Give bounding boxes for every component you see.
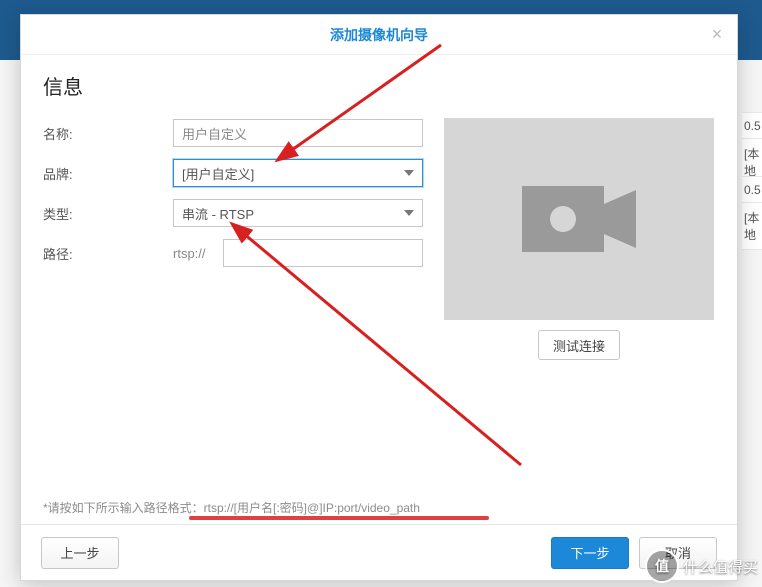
path-format-hint: *请按如下所示输入路径格式：rtsp://[用户名[:密码]@]IP:port/…: [43, 499, 420, 516]
row-type: 类型: 串流 - RTSP: [43, 198, 423, 228]
path-label: 路径:: [43, 244, 173, 263]
annotation-underline: [189, 516, 489, 520]
name-label: 名称:: [43, 124, 173, 143]
prev-button[interactable]: 上一步: [41, 537, 119, 569]
bg-value: 0.5: [742, 176, 762, 204]
dialog-body: 信息 名称: 品牌: [用户自定义] 类型: 串流 -: [21, 55, 737, 524]
type-value: 串流 - RTSP: [182, 204, 404, 223]
type-label: 类型:: [43, 204, 173, 223]
camera-icon: [514, 174, 644, 264]
cancel-button[interactable]: 取消: [639, 537, 717, 569]
bg-value: 0.5: [742, 112, 762, 140]
brand-label: 品牌:: [43, 164, 173, 183]
camera-preview-placeholder: [444, 118, 714, 320]
row-path: 路径: rtsp://: [43, 238, 423, 268]
brand-value: [用户自定义]: [182, 164, 404, 183]
dialog-title: 添加摄像机向导: [330, 25, 428, 45]
next-button[interactable]: 下一步: [551, 537, 629, 569]
bg-loc: [本地: [742, 202, 762, 250]
name-input[interactable]: [173, 119, 423, 147]
dialog-header: 添加摄像机向导 ×: [21, 15, 737, 55]
form-area: 名称: 品牌: [用户自定义] 类型: 串流 - RTSP: [43, 118, 715, 360]
path-prefix: rtsp://: [173, 246, 223, 261]
section-heading: 信息: [43, 71, 715, 100]
preview-box: 测试连接: [443, 118, 715, 360]
dialog-footer: 上一步 下一步 取消: [21, 524, 737, 580]
chevron-down-icon: [404, 170, 414, 176]
close-icon[interactable]: ×: [707, 25, 727, 45]
path-input[interactable]: [223, 239, 423, 267]
test-connection-button[interactable]: 测试连接: [538, 330, 620, 360]
chevron-down-icon: [404, 210, 414, 216]
type-select[interactable]: 串流 - RTSP: [173, 199, 423, 227]
row-name: 名称:: [43, 118, 423, 148]
brand-select[interactable]: [用户自定义]: [173, 159, 423, 187]
form-left: 名称: 品牌: [用户自定义] 类型: 串流 - RTSP: [43, 118, 423, 360]
row-brand: 品牌: [用户自定义]: [43, 158, 423, 188]
add-camera-wizard-dialog: 添加摄像机向导 × 信息 名称: 品牌: [用户自定义] 类型:: [20, 14, 738, 581]
